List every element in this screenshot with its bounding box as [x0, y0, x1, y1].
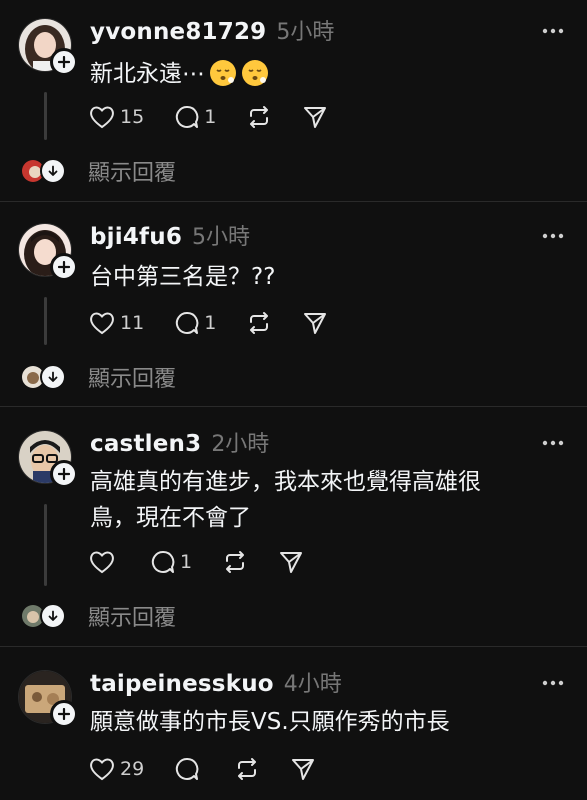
- share-button[interactable]: [290, 756, 316, 782]
- comment-post: castlen3 2小時 高雄真的有進步，我本來也覺得高雄很 鳥，現在不會了 1: [0, 412, 587, 644]
- reply-button[interactable]: 1: [174, 310, 216, 336]
- show-replies-row[interactable]: 顯示回覆: [22, 362, 176, 392]
- reply-button[interactable]: 1: [150, 549, 192, 575]
- heart-icon: [90, 551, 114, 574]
- follow-plus-icon[interactable]: [50, 48, 78, 76]
- comment-text-body: 新北永遠⋯: [90, 61, 205, 87]
- like-count: 15: [120, 106, 145, 128]
- repost-icon: [226, 551, 245, 573]
- comment-icon: [151, 550, 175, 573]
- send-icon: [304, 107, 327, 128]
- thread-line: [44, 92, 47, 140]
- comment-text: 新北永遠⋯: [90, 56, 560, 98]
- username[interactable]: bji4fu6: [90, 224, 182, 250]
- username[interactable]: castlen3: [90, 431, 201, 457]
- avatar[interactable]: [18, 223, 78, 281]
- repost-button[interactable]: [234, 756, 260, 782]
- follow-plus-icon[interactable]: [50, 700, 78, 728]
- chevron-down-icon: [40, 364, 66, 390]
- follow-plus-icon[interactable]: [50, 253, 78, 281]
- repost-button[interactable]: [246, 104, 272, 130]
- repost-icon: [250, 312, 269, 334]
- username[interactable]: yvonne81729: [90, 19, 266, 45]
- repost-icon: [238, 758, 257, 780]
- like-count: 11: [120, 312, 145, 334]
- comment-text-line: 鳥，現在不會了: [90, 505, 251, 531]
- comment-icon: [176, 757, 199, 780]
- avatar[interactable]: [18, 18, 78, 76]
- divider: [0, 406, 587, 407]
- show-replies-label[interactable]: 顯示回覆: [88, 155, 176, 187]
- comment-text: 台中第三名是？??: [90, 264, 276, 290]
- comment-icon: [176, 105, 199, 128]
- more-options-icon[interactable]: [541, 434, 565, 446]
- show-replies-label[interactable]: 顯示回覆: [88, 600, 176, 632]
- show-replies-row[interactable]: 顯示回覆: [22, 601, 176, 631]
- comment-post: bji4fu6 5小時 台中第三名是？?? 11 1 顯示回覆: [0, 205, 587, 405]
- face-exhaling-emoji: [209, 59, 237, 98]
- comment-text: 高雄真的有進步，我本來也覺得高雄很 鳥，現在不會了: [90, 464, 560, 536]
- avatar[interactable]: [18, 670, 78, 728]
- heart-icon: [90, 106, 114, 129]
- reply-button[interactable]: [174, 756, 204, 782]
- divider: [0, 201, 587, 202]
- send-icon: [304, 313, 327, 334]
- timestamp: 2小時: [211, 432, 270, 457]
- repost-icon: [250, 106, 269, 128]
- chevron-down-icon: [40, 603, 66, 629]
- show-replies-row[interactable]: 顯示回覆: [22, 156, 176, 186]
- timestamp: 5小時: [276, 20, 335, 45]
- avatar[interactable]: [18, 430, 78, 488]
- reply-count: 1: [204, 312, 217, 334]
- like-button[interactable]: 11: [88, 310, 144, 336]
- comment-icon: [176, 311, 199, 334]
- timestamp: 4小時: [283, 672, 342, 697]
- show-replies-label[interactable]: 顯示回覆: [88, 361, 176, 393]
- share-button[interactable]: [278, 549, 304, 575]
- thread-line: [44, 297, 47, 345]
- repost-button[interactable]: [222, 549, 248, 575]
- comment-text-line: 高雄真的有進步，我本來也覺得高雄很: [90, 469, 481, 495]
- send-icon: [292, 759, 315, 780]
- timestamp: 5小時: [192, 225, 251, 250]
- send-icon: [280, 552, 303, 573]
- more-options-icon[interactable]: [541, 674, 565, 686]
- share-button[interactable]: [302, 104, 328, 130]
- reply-count: 1: [180, 551, 193, 573]
- chevron-down-icon: [40, 158, 66, 184]
- comment-post: taipeinesskuo 4小時 願意做事的市長VS.只願作秀的市長 29: [0, 652, 587, 800]
- more-options-icon[interactable]: [541, 227, 565, 239]
- thread-line: [44, 504, 47, 586]
- like-button[interactable]: 29: [88, 756, 144, 782]
- repost-button[interactable]: [246, 310, 272, 336]
- like-button[interactable]: 15: [88, 104, 144, 130]
- comment-text: 願意做事的市長VS.只願作秀的市長: [90, 709, 450, 735]
- reply-button[interactable]: 1: [174, 104, 216, 130]
- heart-icon: [90, 758, 114, 781]
- comment-feed: yvonne81729 5小時 新北永遠⋯ 15 1 顯示回覆 bji4fu6 …: [0, 0, 587, 800]
- like-count: 29: [120, 758, 145, 780]
- face-exhaling-emoji: [241, 59, 269, 98]
- more-options-icon[interactable]: [541, 22, 565, 34]
- reply-count: 1: [204, 106, 217, 128]
- share-button[interactable]: [302, 310, 328, 336]
- divider: [0, 646, 587, 647]
- username[interactable]: taipeinesskuo: [90, 671, 274, 697]
- follow-plus-icon[interactable]: [50, 460, 78, 488]
- like-button[interactable]: [88, 549, 120, 575]
- heart-icon: [90, 312, 114, 335]
- comment-post: yvonne81729 5小時 新北永遠⋯ 15 1 顯示回覆: [0, 0, 587, 200]
